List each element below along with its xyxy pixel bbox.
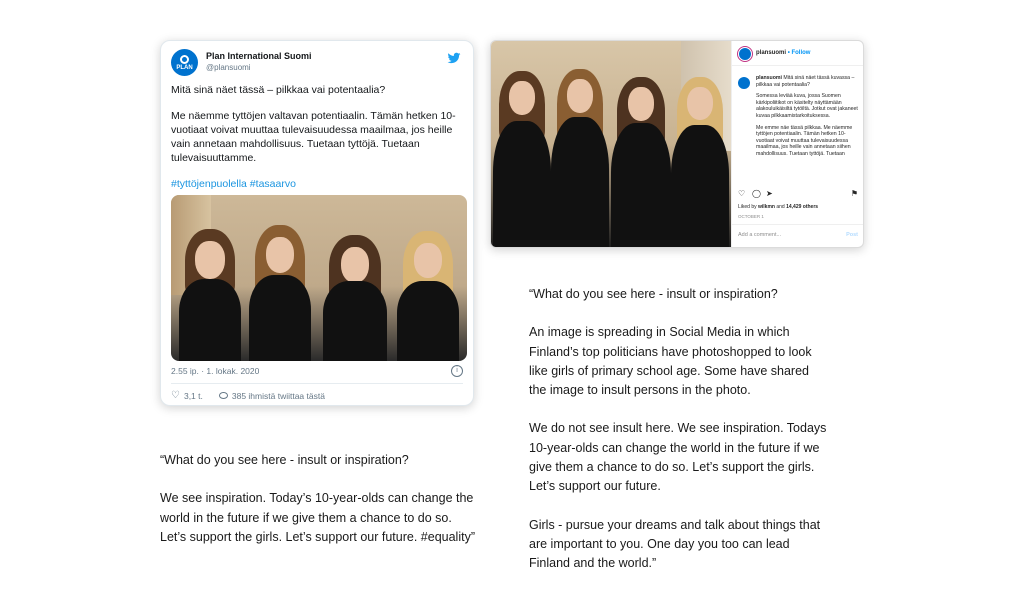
- bookmark-icon[interactable]: ⚑: [851, 189, 858, 198]
- photo-person: [247, 211, 313, 361]
- avatar-logo-text: PLAN: [176, 64, 193, 71]
- share-icon[interactable]: ➤: [766, 189, 773, 198]
- instagram-sidebar: plansuomi • Follow plansuomi Mitä sinä n…: [731, 41, 863, 247]
- tweet-question: Mitä sinä näet tässä – pilkkaa vai poten…: [171, 84, 386, 96]
- divider: [732, 224, 863, 225]
- tweet-actions: ♡ 3,1 t. 385 ihmistä twiittaa tästä: [171, 390, 333, 401]
- tweet-timestamp[interactable]: 2.55 ip. · 1. lokak. 2020: [171, 366, 259, 376]
- info-icon[interactable]: i: [451, 365, 463, 377]
- tweet-display-name[interactable]: Plan International Suomi: [206, 51, 312, 61]
- quote-paragraph: We do not see insult here. We see inspir…: [529, 421, 827, 494]
- caption-paragraph: Somessa leviää kuva, jossa Suomen kärkip…: [756, 93, 858, 119]
- quote-paragraph: Girls - pursue your dreams and talk abou…: [529, 517, 821, 571]
- retweet-text: 385 ihmistä twiittaa tästä: [231, 390, 325, 401]
- tweet-photo[interactable]: [171, 195, 467, 361]
- quote-paragraph: We see inspiration. Today’s 10-year-olds…: [160, 491, 475, 544]
- like-action[interactable]: ♡ 3,1 t.: [171, 390, 203, 401]
- left-quote: “What do you see here - insult or inspir…: [160, 451, 480, 566]
- tweet-hashtags[interactable]: #tyttöjenpuolella #tasaarvo: [171, 177, 467, 191]
- photo-person: [551, 51, 609, 247]
- caption-paragraph: Me emme näe tässä pilkkaa. Me näemme tyt…: [756, 124, 853, 157]
- retweet-info[interactable]: 385 ihmistä twiittaa tästä: [218, 390, 325, 401]
- right-quote: “What do you see here - insult or inspir…: [529, 285, 829, 593]
- instagram-caption: plansuomi Mitä sinä näet tässä kuvassa –…: [756, 75, 858, 181]
- liked-by-count[interactable]: 14,429 others: [786, 204, 818, 210]
- liked-by-and: and: [774, 204, 787, 210]
- avatar[interactable]: [738, 47, 752, 61]
- username-link[interactable]: plansuomi: [756, 50, 786, 56]
- quote-paragraph: An image is spreading in Social Media in…: [529, 325, 812, 398]
- instagram-username: plansuomi • Follow: [756, 50, 810, 56]
- divider: [732, 65, 863, 66]
- photo-person: [493, 51, 551, 247]
- instagram-card: plansuomi • Follow plansuomi Mitä sinä n…: [490, 40, 864, 248]
- heart-icon[interactable]: ♡: [738, 189, 745, 198]
- photo-person: [321, 211, 389, 361]
- like-count: 3,1 t.: [183, 390, 203, 401]
- photo-person: [611, 51, 671, 247]
- tweet-card: PLAN Plan International Suomi @plansuomi…: [160, 40, 474, 406]
- twitter-bird-icon[interactable]: [447, 51, 461, 65]
- post-button[interactable]: Post: [846, 232, 858, 238]
- quote-paragraph: “What do you see here - insult or inspir…: [160, 453, 409, 467]
- tweet-header: PLAN Plan International Suomi @plansuomi: [171, 49, 463, 79]
- avatar[interactable]: [738, 77, 750, 89]
- comment-icon[interactable]: ◯: [752, 189, 761, 198]
- caption-username[interactable]: plansuomi: [756, 75, 782, 81]
- photo-person: [177, 211, 243, 361]
- avatar[interactable]: PLAN: [171, 49, 198, 76]
- photo-person: [671, 51, 729, 247]
- instagram-action-icons: ♡ ◯ ➤ ⚑: [738, 189, 858, 199]
- quote-paragraph: “What do you see here - insult or inspir…: [529, 287, 778, 301]
- heart-icon: ♡: [171, 390, 180, 401]
- follow-button[interactable]: • Follow: [788, 50, 811, 56]
- tweet-handle[interactable]: @plansuomi: [206, 63, 251, 72]
- liked-by-user[interactable]: wilkmn: [758, 204, 775, 210]
- post-date[interactable]: OCTOBER 1: [738, 214, 764, 219]
- comment-input[interactable]: Add a comment...: [738, 232, 781, 238]
- instagram-photo[interactable]: [491, 41, 731, 247]
- liked-by-prefix: Liked by: [738, 204, 759, 210]
- photo-person: [395, 211, 461, 361]
- comment-bubble-icon: [218, 392, 228, 399]
- tweet-body: Me näemme tyttöjen valtavan potentiaalin…: [171, 110, 456, 164]
- tweet-text: Mitä sinä näet tässä – pilkkaa vai poten…: [171, 83, 467, 203]
- divider: [171, 383, 463, 384]
- likes-summary[interactable]: Liked by wilkmn and 14,429 others: [738, 204, 818, 210]
